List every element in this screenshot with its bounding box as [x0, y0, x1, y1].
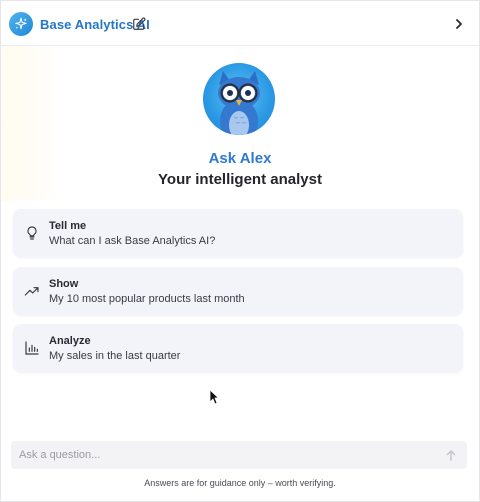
- disclaimer-text: Answers are for guidance only – worth ve…: [144, 478, 336, 488]
- suggestion-card-tell-me[interactable]: Tell me What can I ask Base Analytics AI…: [13, 209, 463, 257]
- suggestion-text: What can I ask Base Analytics AI?: [49, 235, 216, 247]
- question-composer: [11, 441, 467, 469]
- sparkle-icon: [9, 12, 33, 36]
- lightbulb-icon: [24, 225, 40, 241]
- suggestion-title: Show: [49, 278, 79, 290]
- suggestion-card-show[interactable]: Show My 10 most popular products last mo…: [13, 267, 463, 315]
- edit-icon[interactable]: [132, 17, 146, 31]
- question-input[interactable]: [19, 445, 419, 465]
- suggestion-card-analyze[interactable]: Analyze My sales in the last quarter: [13, 324, 463, 372]
- trending-up-icon: [24, 283, 40, 299]
- chat-panel: Base Analytics AI Ask Alex Your intellig…: [0, 0, 480, 502]
- chevron-right-icon[interactable]: [453, 17, 465, 31]
- suggestion-text: My 10 most popular products last month: [49, 293, 245, 305]
- assistant-name: Ask Alex: [208, 150, 272, 167]
- owl-avatar: [203, 63, 275, 135]
- suggestion-title: Analyze: [49, 335, 91, 347]
- assistant-tagline: Your intelligent analyst: [158, 171, 322, 188]
- bar-chart-icon: [24, 340, 40, 356]
- suggestion-text: My sales in the last quarter: [49, 350, 181, 362]
- panel-header: Base Analytics AI: [1, 1, 479, 46]
- mouse-cursor-icon: [209, 389, 219, 405]
- suggestion-title: Tell me: [49, 220, 87, 232]
- arrow-up-icon[interactable]: [445, 448, 457, 462]
